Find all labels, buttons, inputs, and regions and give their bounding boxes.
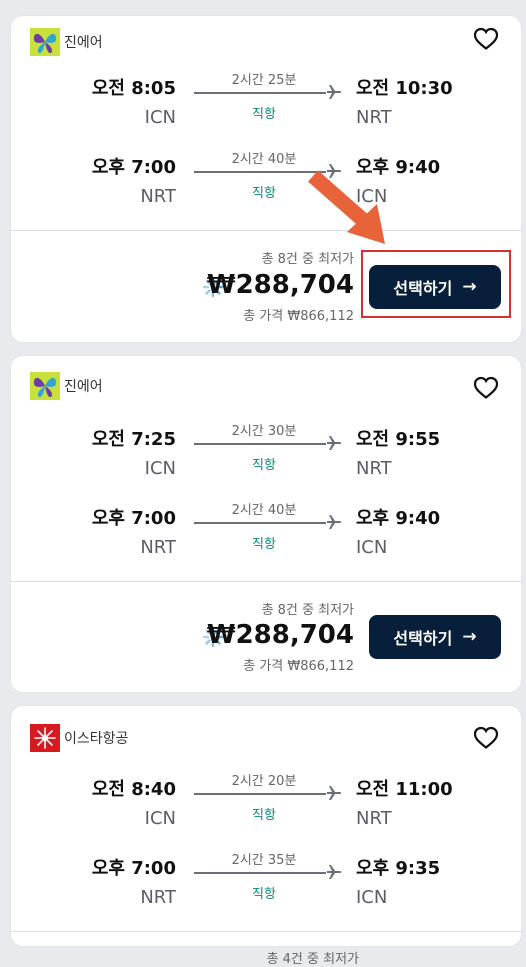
pointer-arrow-icon: [308, 170, 385, 244]
departure-airport: NRT: [140, 186, 176, 207]
departure-airport: ICN: [144, 107, 176, 128]
arrival-airport: NRT: [356, 808, 392, 829]
heart-icon[interactable]: [473, 376, 499, 400]
arrival-time: 오후 9:40: [356, 508, 441, 529]
flight-leg: 오전 8:05 ICN 2시간 25분 직항 오전 10:30 NRT: [11, 73, 521, 144]
departure-time: 오후 7:00: [91, 157, 176, 178]
total-price: 총 가격 ₩866,112: [243, 659, 354, 674]
departure-time: 오후 7:00: [91, 858, 176, 879]
flight-leg: 오전 7:25 ICN 2시간 30분 직항 오전 9:55 NRT: [11, 424, 521, 495]
airline-info: 진에어: [30, 372, 103, 400]
airline-name: 진에어: [64, 379, 103, 395]
butterfly-logo-icon: [30, 28, 60, 56]
stops-label: 직항: [252, 887, 276, 902]
price: ₩288,704: [206, 620, 354, 650]
airline-name: 이스타항공: [64, 731, 129, 747]
star-logo-icon: [30, 724, 60, 752]
butterfly-logo-icon: [30, 372, 60, 400]
flight-duration: 2시간 30분: [231, 424, 297, 439]
arrival-airport: NRT: [356, 458, 392, 479]
airline-name: 진에어: [64, 35, 103, 51]
divider: [11, 230, 521, 231]
select-button[interactable]: 선택하기 →: [369, 615, 501, 659]
stops-label: 직항: [252, 458, 276, 473]
plane-icon: [327, 865, 342, 879]
flight-leg: 오전 8:40 ICN 2시간 20분 직항 오전 11:00 NRT: [11, 774, 521, 845]
arrival-time: 오전 9:55: [356, 429, 441, 450]
flight-leg: 오후 7:00 NRT 2시간 40분 직항 오후 9:40 ICN: [11, 503, 521, 574]
price-count-label: 총 8건 중 최저가: [261, 603, 354, 618]
divider: [11, 581, 521, 582]
flight-leg: 오후 7:00 NRT 2시간 40분 직항 오후 9:40 ICN: [11, 152, 521, 223]
flight-card[interactable]: 진에어 오전 7:25 ICN 2시간 30분 직항 오전 9:55 NRT 오…: [11, 356, 521, 692]
plane-icon: [327, 436, 342, 450]
route-line: [194, 872, 326, 874]
arrival-airport: ICN: [356, 537, 388, 558]
airline-info: 진에어: [30, 28, 103, 56]
flight-duration: 2시간 35분: [231, 853, 297, 868]
airline-info: 이스타항공: [30, 724, 128, 752]
departure-time: 오전 7:25: [91, 429, 176, 450]
departure-time: 오후 7:00: [91, 508, 176, 529]
flight-duration: 2시간 25분: [231, 73, 297, 88]
departure-airport: ICN: [144, 458, 176, 479]
route-line: [194, 793, 326, 795]
stops-label: 직항: [252, 107, 276, 122]
flight-card[interactable]: 이스타항공 오전 8:40 ICN 2시간 20분 직항 오전 11:00 NR…: [11, 706, 521, 946]
highlight-box: [361, 250, 511, 318]
arrival-airport: NRT: [356, 107, 392, 128]
plane-icon: [327, 515, 342, 529]
arrival-time: 오후 9:35: [356, 858, 441, 879]
total-price: 총 가격 ₩866,112: [243, 309, 354, 324]
price-count-label: 총 8건 중 최저가: [261, 252, 354, 267]
stops-label: 직항: [252, 537, 276, 552]
divider: [11, 931, 521, 932]
heart-icon[interactable]: [473, 726, 499, 750]
departure-airport: ICN: [144, 808, 176, 829]
flight-duration: 2시간 20분: [231, 774, 297, 789]
select-button-label: 선택하기: [393, 629, 453, 648]
flight-duration: 2시간 40분: [231, 503, 297, 518]
departure-time: 오전 8:40: [91, 779, 176, 800]
plane-icon: [327, 85, 342, 99]
heart-icon[interactable]: [473, 27, 499, 51]
plane-icon: [327, 786, 342, 800]
arrival-time: 오전 11:00: [356, 779, 453, 800]
route-line: [194, 443, 326, 445]
flight-duration: 2시간 40분: [231, 152, 297, 167]
route-line: [194, 92, 326, 94]
route-line: [194, 522, 326, 524]
departure-time: 오전 8:05: [91, 78, 176, 99]
stops-label: 직항: [252, 808, 276, 823]
departure-airport: NRT: [140, 537, 176, 558]
price-count-label: 총 4건 중 최저가: [266, 952, 359, 967]
arrival-airport: ICN: [356, 887, 388, 908]
price: ₩288,704: [206, 270, 354, 300]
arrow-right-icon: →: [462, 627, 477, 647]
departure-airport: NRT: [140, 887, 176, 908]
arrival-time: 오전 10:30: [356, 78, 453, 99]
flight-leg: 오후 7:00 NRT 2시간 35분 직항 오후 9:35 ICN: [11, 853, 521, 924]
